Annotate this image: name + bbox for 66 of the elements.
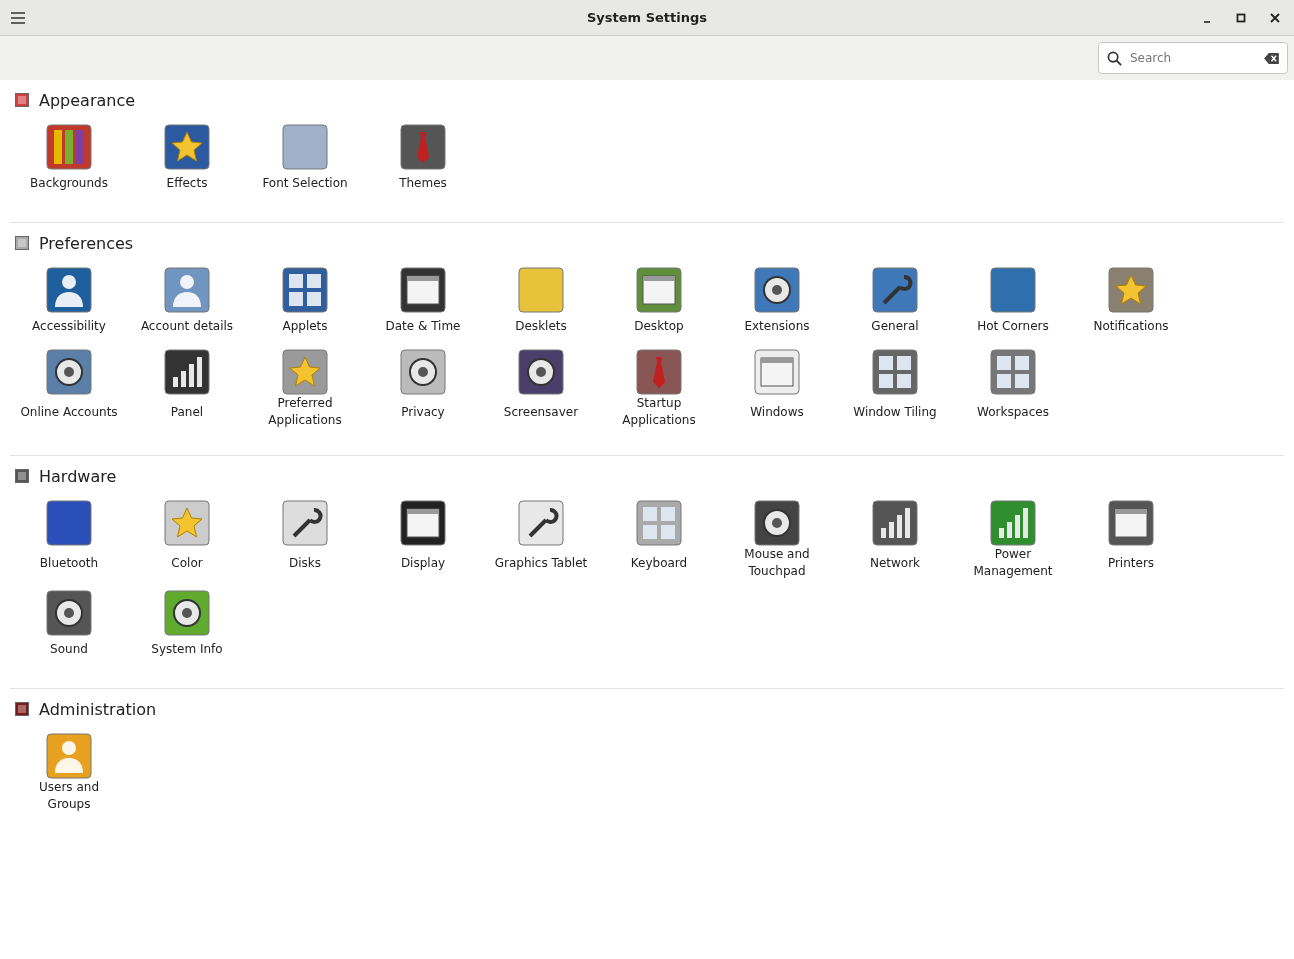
tiled-window-icon[interactable]: [872, 349, 918, 395]
window-title: System Settings: [586, 10, 707, 25]
item-label[interactable]: Windows: [750, 403, 804, 421]
people-icon[interactable]: [46, 733, 92, 779]
menu-icon[interactable]: [11, 11, 25, 24]
desktop-icon[interactable]: [636, 267, 682, 313]
section-title: Administration: [39, 699, 157, 719]
item-label[interactable]: Extensions: [744, 317, 810, 335]
item-label[interactable]: Hot Corners: [977, 317, 1049, 335]
item-label[interactable]: Privacy: [401, 403, 445, 421]
windows-grid-icon[interactable]: [282, 267, 328, 313]
item-label[interactable]: Bluetooth: [39, 554, 99, 572]
item-label[interactable]: Sound: [50, 640, 88, 658]
item-label[interactable]: System Info: [151, 640, 223, 658]
item-label[interactable]: Account details: [140, 317, 234, 335]
section-title: Hardware: [39, 466, 117, 486]
maximize-icon[interactable]: [1236, 12, 1246, 23]
item-label[interactable]: Panel: [170, 403, 204, 421]
item-label[interactable]: Screensaver: [503, 403, 579, 421]
section-title: Appearance: [39, 90, 136, 110]
bar-chart-icon[interactable]: [872, 500, 918, 546]
close-icon[interactable]: [1270, 12, 1280, 23]
item-label[interactable]: Effects: [166, 174, 208, 192]
item-label[interactable]: Disks: [289, 554, 321, 572]
color-stripes-icon[interactable]: [46, 124, 92, 170]
item-label[interactable]: Applets: [282, 317, 328, 335]
item-label[interactable]: Display: [400, 554, 446, 572]
window-icon[interactable]: [754, 349, 800, 395]
item-label[interactable]: General: [871, 317, 919, 335]
tile-icon[interactable]: [282, 124, 328, 170]
user-icon[interactable]: [164, 267, 210, 313]
clear-icon[interactable]: [1264, 52, 1279, 64]
item-label[interactable]: Window Tiling: [853, 403, 937, 421]
item-label[interactable]: Keyboard: [630, 554, 688, 572]
item-label[interactable]: Printers: [1107, 554, 1155, 572]
workspaces-icon[interactable]: [990, 349, 1036, 395]
item-label[interactable]: Font Selection: [262, 174, 348, 192]
wrench-icon[interactable]: [282, 500, 328, 546]
category-icon: [15, 702, 29, 716]
item-label[interactable]: Accessibility: [32, 317, 106, 335]
item-label[interactable]: Date & Time: [385, 317, 461, 335]
item-label[interactable]: Users and Groups: [39, 779, 99, 813]
item-label[interactable]: Network: [869, 554, 921, 572]
item-label[interactable]: Startup Applications: [622, 395, 696, 429]
person-figure-icon[interactable]: [46, 267, 92, 313]
category-icon: [15, 469, 29, 483]
corner-tile-icon[interactable]: [990, 267, 1036, 313]
category-icon: [15, 93, 29, 107]
item-label[interactable]: Online Accounts: [20, 403, 118, 421]
item-label[interactable]: Backgrounds: [30, 174, 108, 192]
section-title: Preferences: [39, 233, 134, 253]
item-label[interactable]: Mouse and Touchpad: [744, 546, 810, 580]
item-label[interactable]: Desktop: [634, 317, 684, 335]
item-label[interactable]: Themes: [399, 174, 447, 192]
display-icon[interactable]: [400, 500, 446, 546]
item-label[interactable]: Color: [171, 554, 203, 572]
item-label[interactable]: Notifications: [1093, 317, 1169, 335]
search-field[interactable]: Search: [1098, 42, 1288, 74]
item-label[interactable]: Desklets: [515, 317, 567, 335]
category-icon: [15, 236, 29, 250]
wrench-icon[interactable]: [872, 267, 918, 313]
item-label[interactable]: Power Management: [973, 546, 1053, 580]
item-label[interactable]: Preferred Applications: [268, 395, 342, 429]
search-icon: [1107, 50, 1122, 66]
item-label[interactable]: Workspaces: [977, 403, 1049, 421]
item-label[interactable]: Graphics Tablet: [494, 554, 588, 572]
